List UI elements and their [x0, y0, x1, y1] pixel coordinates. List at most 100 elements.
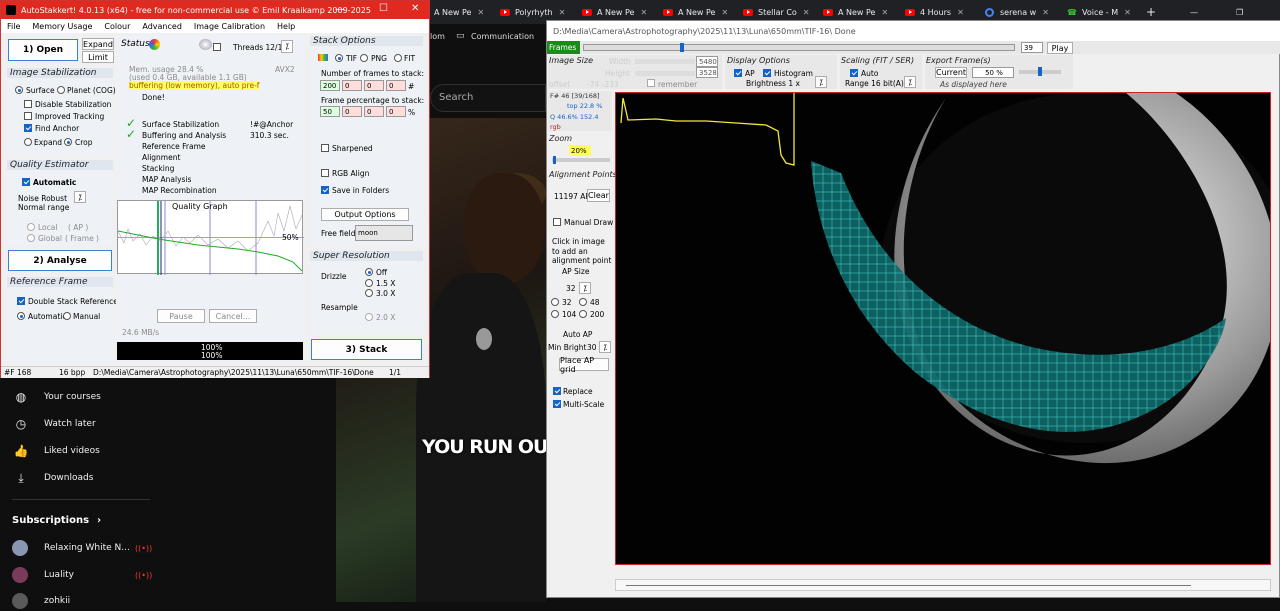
minimize-icon[interactable]: —: [335, 4, 345, 15]
ap-checkbox[interactable]: [734, 69, 742, 77]
frames-slider-thumb[interactable]: [680, 43, 684, 52]
export-scale-input[interactable]: 50 %: [972, 67, 1014, 78]
ap-size-spin-icon[interactable]: ⁒: [579, 282, 591, 294]
browser-tab[interactable]: A New Pe ✕: [582, 2, 657, 22]
drizzle-off-radio[interactable]: [365, 268, 373, 276]
automatic-checkbox[interactable]: [22, 178, 30, 186]
planet-radio[interactable]: [57, 86, 65, 94]
search-input[interactable]: Search: [430, 84, 546, 112]
menu-colour[interactable]: Colour: [104, 22, 130, 31]
export-current-button[interactable]: Current: [935, 67, 967, 78]
threads-spin-icon[interactable]: ⁒: [281, 40, 293, 53]
remember-checkbox[interactable]: [647, 79, 655, 87]
ap-size-48-radio[interactable]: [579, 298, 587, 306]
height-slider[interactable]: [635, 71, 695, 76]
bookmark-communication[interactable]: Communication: [471, 32, 534, 41]
play-button[interactable]: Play: [1047, 42, 1073, 54]
width-slider[interactable]: [635, 59, 695, 64]
browser-tab[interactable]: A New Pe ✕: [434, 2, 492, 22]
browser-tab[interactable]: A New Pe ✕: [663, 2, 738, 22]
free-field-input[interactable]: moon: [355, 225, 413, 241]
menu-file[interactable]: File: [7, 22, 20, 31]
frames-input-1[interactable]: 200: [320, 80, 340, 91]
open-button[interactable]: 1) Open: [8, 39, 78, 61]
limit-button[interactable]: Limit: [82, 51, 114, 63]
maximize-icon[interactable]: ☐: [379, 3, 388, 14]
ref-automatic-radio[interactable]: [17, 312, 25, 320]
crop-radio[interactable]: [64, 138, 72, 146]
sidebar-item-liked-videos[interactable]: 👍 Liked videos: [12, 441, 100, 461]
scaling-auto-checkbox[interactable]: [850, 69, 858, 77]
subscription-item[interactable]: Relaxing White N... ((•)): [12, 538, 152, 558]
clear-button[interactable]: Clear: [587, 189, 610, 202]
output-options-button[interactable]: Output Options: [321, 208, 409, 221]
double-stack-checkbox[interactable]: [17, 297, 25, 305]
pct-input-3[interactable]: 0: [364, 106, 384, 117]
disable-stabilization-checkbox[interactable]: [24, 100, 32, 108]
ref-manual-radio[interactable]: [63, 312, 71, 320]
frames-input-2[interactable]: 0: [342, 80, 362, 91]
restore-icon[interactable]: ❐: [1236, 2, 1250, 22]
histogram-checkbox[interactable]: [763, 69, 771, 77]
subscription-item[interactable]: Luality ((•)): [12, 565, 152, 585]
find-anchor-checkbox[interactable]: [24, 124, 32, 132]
frames-slider[interactable]: [583, 44, 1015, 51]
sidebar-item-downloads[interactable]: ⤓ Downloads: [12, 468, 93, 488]
tif-radio[interactable]: [335, 54, 343, 62]
resample-20-radio[interactable]: [365, 313, 373, 321]
menu-image-calibration[interactable]: Image Calibration: [194, 22, 265, 31]
drizzle-15-radio[interactable]: [365, 279, 373, 287]
zoom-value[interactable]: 20%: [569, 145, 591, 156]
new-tab-button[interactable]: +: [1146, 2, 1160, 22]
sidebar-item-your-courses[interactable]: ◍ Your courses: [12, 387, 101, 407]
browser-tab[interactable]: Polyrhyth ✕: [500, 2, 575, 22]
scaling-spin-icon[interactable]: ⁒: [904, 76, 916, 88]
analyse-button[interactable]: 2) Analyse: [8, 250, 112, 271]
save-in-folders-checkbox[interactable]: [321, 186, 329, 194]
local-radio[interactable]: [27, 223, 35, 231]
noise-spin-icon[interactable]: ⁒: [74, 191, 86, 203]
width-input[interactable]: 5480: [696, 56, 718, 67]
zoom-slider-thumb[interactable]: [553, 156, 556, 164]
browser-tab[interactable]: A New Pe ✕: [823, 2, 898, 22]
browser-tab[interactable]: ☎ Voice - M ✕: [1067, 2, 1142, 22]
min-bright-spin-icon[interactable]: ⁒: [599, 341, 611, 353]
minimize-icon[interactable]: —: [1190, 2, 1204, 22]
ap-size-200-radio[interactable]: [579, 310, 587, 318]
fit-radio[interactable]: [394, 54, 402, 62]
ap-size-32-radio[interactable]: [551, 298, 559, 306]
pct-input-1[interactable]: 50: [320, 106, 340, 117]
export-slider-thumb[interactable]: [1038, 67, 1042, 76]
cancel-button[interactable]: Cancel...: [209, 309, 257, 323]
frames-input-3[interactable]: 0: [364, 80, 384, 91]
rgb-align-checkbox[interactable]: [321, 169, 329, 177]
surface-radio[interactable]: [15, 86, 23, 94]
replace-checkbox[interactable]: [553, 387, 561, 395]
zoom-slider[interactable]: [552, 158, 610, 162]
frames-input-4[interactable]: 0: [386, 80, 406, 91]
close-icon[interactable]: ✕: [411, 3, 419, 14]
multi-scale-checkbox[interactable]: [553, 400, 561, 408]
brightness-spin-icon[interactable]: ⁒: [815, 76, 827, 88]
ap-size-104-radio[interactable]: [551, 310, 559, 318]
browser-tab[interactable]: serena w ✕: [985, 2, 1061, 22]
bookmark-fragment[interactable]: lom: [430, 32, 445, 41]
browser-tab[interactable]: Stellar Co ✕: [743, 2, 818, 22]
menu-advanced[interactable]: Advanced: [142, 22, 182, 31]
place-ap-grid-button[interactable]: Place AP grid: [559, 356, 609, 374]
pause-button[interactable]: Pause: [157, 309, 205, 323]
expand-button[interactable]: Expand: [82, 38, 114, 50]
horizontal-scrollbar[interactable]: [615, 579, 1271, 591]
global-radio[interactable]: [27, 234, 35, 242]
browser-tab[interactable]: 4 Hours ✕: [905, 2, 980, 22]
pct-input-4[interactable]: 0: [386, 106, 406, 117]
stack-button[interactable]: 3) Stack: [311, 339, 422, 360]
status-checkbox[interactable]: [213, 43, 221, 51]
subscriptions-heading[interactable]: Subscriptions ›: [12, 515, 101, 526]
sidebar-item-watch-later[interactable]: ◷ Watch later: [12, 414, 96, 434]
menu-help[interactable]: Help: [277, 22, 295, 31]
png-radio[interactable]: [360, 54, 368, 62]
improved-tracking-checkbox[interactable]: [24, 112, 32, 120]
frame-image-canvas[interactable]: [615, 92, 1271, 565]
expand-radio[interactable]: [24, 138, 32, 146]
